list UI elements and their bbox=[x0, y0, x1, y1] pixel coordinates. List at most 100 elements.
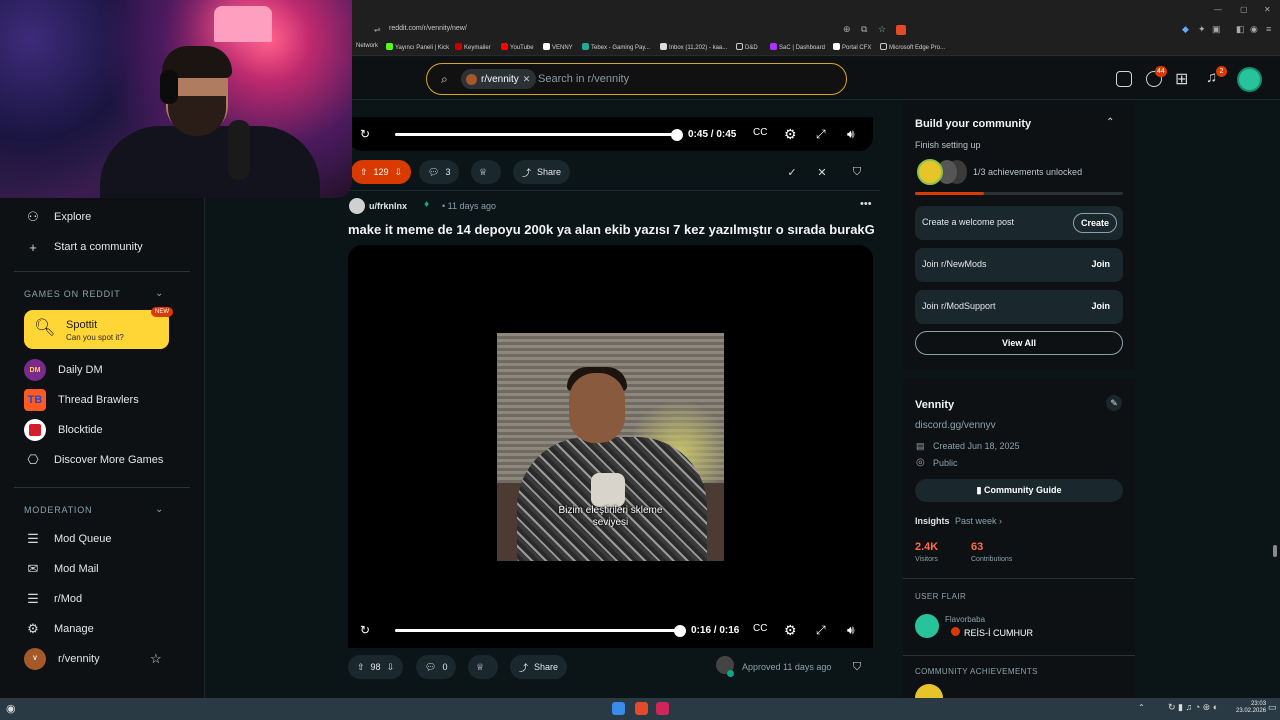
view-all-button[interactable]: View All bbox=[915, 331, 1123, 355]
sidebar-item-mod-mail[interactable]: ✉ Mod Mail bbox=[24, 559, 99, 579]
advertise-icon[interactable] bbox=[1116, 71, 1132, 87]
insights-period[interactable]: Past week › bbox=[955, 516, 1002, 526]
replay-icon[interactable]: ↻ bbox=[360, 127, 370, 141]
sidebar-item-start-community[interactable]: + Start a community bbox=[24, 237, 142, 257]
brave-taskbar-icon[interactable] bbox=[635, 702, 648, 715]
bookmark-network[interactable]: Network bbox=[356, 43, 378, 49]
discover-more-games[interactable]: ⎔ Discover More Games bbox=[24, 450, 163, 470]
community-guide-button[interactable]: ▮ Community Guide bbox=[915, 479, 1123, 502]
post-author[interactable]: u/frknlnx bbox=[369, 201, 407, 211]
app-taskbar-icon[interactable] bbox=[656, 702, 669, 715]
gear-icon[interactable]: ⚙ bbox=[784, 126, 797, 143]
screenshot-icon[interactable]: ⧉ bbox=[861, 24, 867, 35]
chevron-up-icon[interactable]: ⌃ bbox=[1106, 117, 1114, 128]
vote-buttons-post1[interactable]: ⇧ 129 ⇩ bbox=[351, 160, 412, 184]
bookmark-kick[interactable]: Yayıncı Paneli | Kick bbox=[386, 43, 449, 51]
volume-icon[interactable]: 🔊︎ bbox=[847, 623, 855, 638]
fullscreen-icon[interactable]: ⤢ bbox=[816, 623, 826, 638]
replay-icon[interactable]: ↻ bbox=[360, 623, 370, 637]
progress-knob[interactable] bbox=[674, 625, 686, 637]
spottit-game-card[interactable]: 🔍︎ Spottit Can you spot it? NEW bbox=[24, 307, 173, 349]
extension-icon[interactable]: ◆ bbox=[1182, 24, 1189, 35]
favorite-star-icon[interactable]: ☆ bbox=[150, 651, 162, 667]
game-daily-dm[interactable]: DM Daily DM bbox=[24, 359, 103, 381]
video-frame[interactable]: Bizim eleştirileri skleme seviyesi bbox=[497, 333, 724, 561]
vote-buttons-post2[interactable]: ⇧ 98 ⇩ bbox=[348, 655, 404, 679]
user-avatar[interactable] bbox=[1237, 67, 1262, 92]
remove-icon[interactable]: ✕ bbox=[810, 160, 834, 184]
fullscreen-icon[interactable]: ⤢ bbox=[816, 127, 826, 142]
bookmark-keymailer[interactable]: Keymailer bbox=[455, 43, 491, 51]
bookmark-inbox[interactable]: Inbox (11,202) - kaa... bbox=[660, 43, 727, 51]
upvote-icon[interactable]: ⇧ bbox=[357, 662, 365, 673]
approve-icon[interactable]: ✓ bbox=[780, 160, 804, 184]
comments-button-post2[interactable]: 💬︎ 0 bbox=[416, 655, 457, 679]
widgets-icon[interactable]: ◉ bbox=[6, 702, 16, 715]
edit-pencil-icon[interactable]: ✎ bbox=[1106, 395, 1122, 411]
join-button[interactable]: Join bbox=[1091, 259, 1110, 269]
shield-icon[interactable]: ⛉ bbox=[845, 655, 869, 679]
share-button-post1[interactable]: ⤴ Share bbox=[513, 160, 571, 184]
sidebar-item-explore[interactable]: ⚇ Explore bbox=[24, 207, 91, 227]
chevron-down-icon[interactable]: ⌄ bbox=[155, 288, 163, 299]
clock[interactable]: 23:03 23.02.2026 bbox=[1236, 701, 1266, 715]
volume-icon[interactable]: 🔊︎ bbox=[847, 127, 855, 142]
tray-icons[interactable]: ↻ ▮ ♫ ◔ ⊛ ◐ bbox=[1168, 702, 1218, 713]
sidebar-item-manage[interactable]: ⚙ Manage bbox=[24, 619, 94, 639]
sidebar-item-mod-queue[interactable]: ☰ Mod Queue bbox=[24, 529, 111, 549]
upvote-icon[interactable]: ⇧ bbox=[360, 167, 368, 178]
bookmark-dnd[interactable]: D&D bbox=[736, 43, 758, 51]
more-options-icon[interactable]: ••• bbox=[860, 198, 872, 210]
captions-icon[interactable]: CC bbox=[753, 127, 767, 138]
minimize-icon[interactable]: — bbox=[1214, 5, 1222, 14]
scrollbar[interactable] bbox=[1273, 100, 1277, 698]
progress-knob[interactable] bbox=[671, 129, 683, 141]
approved-status: Approved 11 days ago bbox=[742, 662, 832, 672]
menu-icon[interactable]: ≡ bbox=[1266, 24, 1271, 34]
award-button-post2[interactable]: ♕ bbox=[468, 655, 498, 679]
maximize-icon[interactable]: ▢ bbox=[1240, 5, 1248, 14]
bookmark-tebex[interactable]: Tebex - Gaming Pay... bbox=[582, 43, 650, 51]
bookmark-venny[interactable]: VENNY bbox=[543, 43, 573, 51]
downvote-icon[interactable]: ⇩ bbox=[387, 662, 395, 673]
flair-avatar bbox=[915, 614, 939, 638]
award-button-post1[interactable]: ♕ bbox=[471, 160, 501, 184]
community-search-chip[interactable]: r/vennity ✕ bbox=[461, 69, 537, 89]
chevron-down-icon[interactable]: ⌄ bbox=[155, 504, 163, 515]
share-button-post2[interactable]: ⤴ Share bbox=[510, 655, 568, 679]
post-title[interactable]: make it meme de 14 depoyu 200k ya alan e… bbox=[348, 222, 875, 237]
captions-icon[interactable]: CC bbox=[753, 623, 767, 634]
extensions-icon[interactable]: ✦ bbox=[1198, 24, 1206, 35]
shield-icon[interactable]: ⛉ bbox=[845, 160, 869, 184]
bookmark-cfx[interactable]: Portal CFX bbox=[833, 43, 871, 51]
site-info-icon[interactable]: ⇌ bbox=[374, 25, 381, 34]
sidebar-toggle-icon[interactable]: ◧ bbox=[1236, 24, 1245, 35]
zoom-icon[interactable]: ⊕ bbox=[843, 24, 851, 35]
author-avatar[interactable] bbox=[349, 198, 365, 214]
sidebar-item-r-mod[interactable]: ☰ r/Mod bbox=[24, 589, 82, 609]
gear-icon[interactable]: ⚙ bbox=[784, 622, 797, 639]
join-button[interactable]: Join bbox=[1091, 301, 1110, 311]
start-icon[interactable] bbox=[612, 702, 625, 715]
bookmark-youtube[interactable]: YouTube bbox=[501, 43, 534, 51]
video-progress-post2[interactable] bbox=[395, 629, 680, 632]
bookmark-edge[interactable]: Microsoft Edge Pro... bbox=[880, 43, 945, 51]
game-blocktide[interactable]: Blocktide bbox=[24, 419, 103, 441]
brave-shield-icon[interactable] bbox=[896, 25, 906, 35]
bookmark-sac[interactable]: SaC | Dashboard bbox=[770, 43, 825, 51]
tabs-icon[interactable]: ▣ bbox=[1212, 24, 1221, 35]
create-post-icon[interactable]: ⊞ bbox=[1175, 69, 1188, 89]
remove-chip-icon[interactable]: ✕ bbox=[523, 74, 531, 85]
create-button[interactable]: Create bbox=[1072, 213, 1117, 233]
notification-bell-icon[interactable]: ▭ bbox=[1268, 702, 1277, 713]
video-progress-post1[interactable] bbox=[395, 133, 677, 136]
url-text[interactable]: reddit.com/r/vennity/new/ bbox=[389, 25, 467, 32]
downvote-icon[interactable]: ⇩ bbox=[395, 167, 403, 178]
vpn-icon[interactable]: ◉ bbox=[1250, 24, 1258, 35]
close-window-icon[interactable]: ✕ bbox=[1264, 5, 1271, 14]
bookmark-star-icon[interactable]: ☆ bbox=[878, 24, 886, 35]
tray-chevron-icon[interactable]: ⌃ bbox=[1138, 703, 1145, 712]
comments-button-post1[interactable]: 💬︎ 3 bbox=[419, 160, 460, 184]
game-thread-brawlers[interactable]: TB Thread Brawlers bbox=[24, 389, 139, 411]
sidebar-item-community[interactable]: Vr/vennity bbox=[24, 648, 100, 670]
